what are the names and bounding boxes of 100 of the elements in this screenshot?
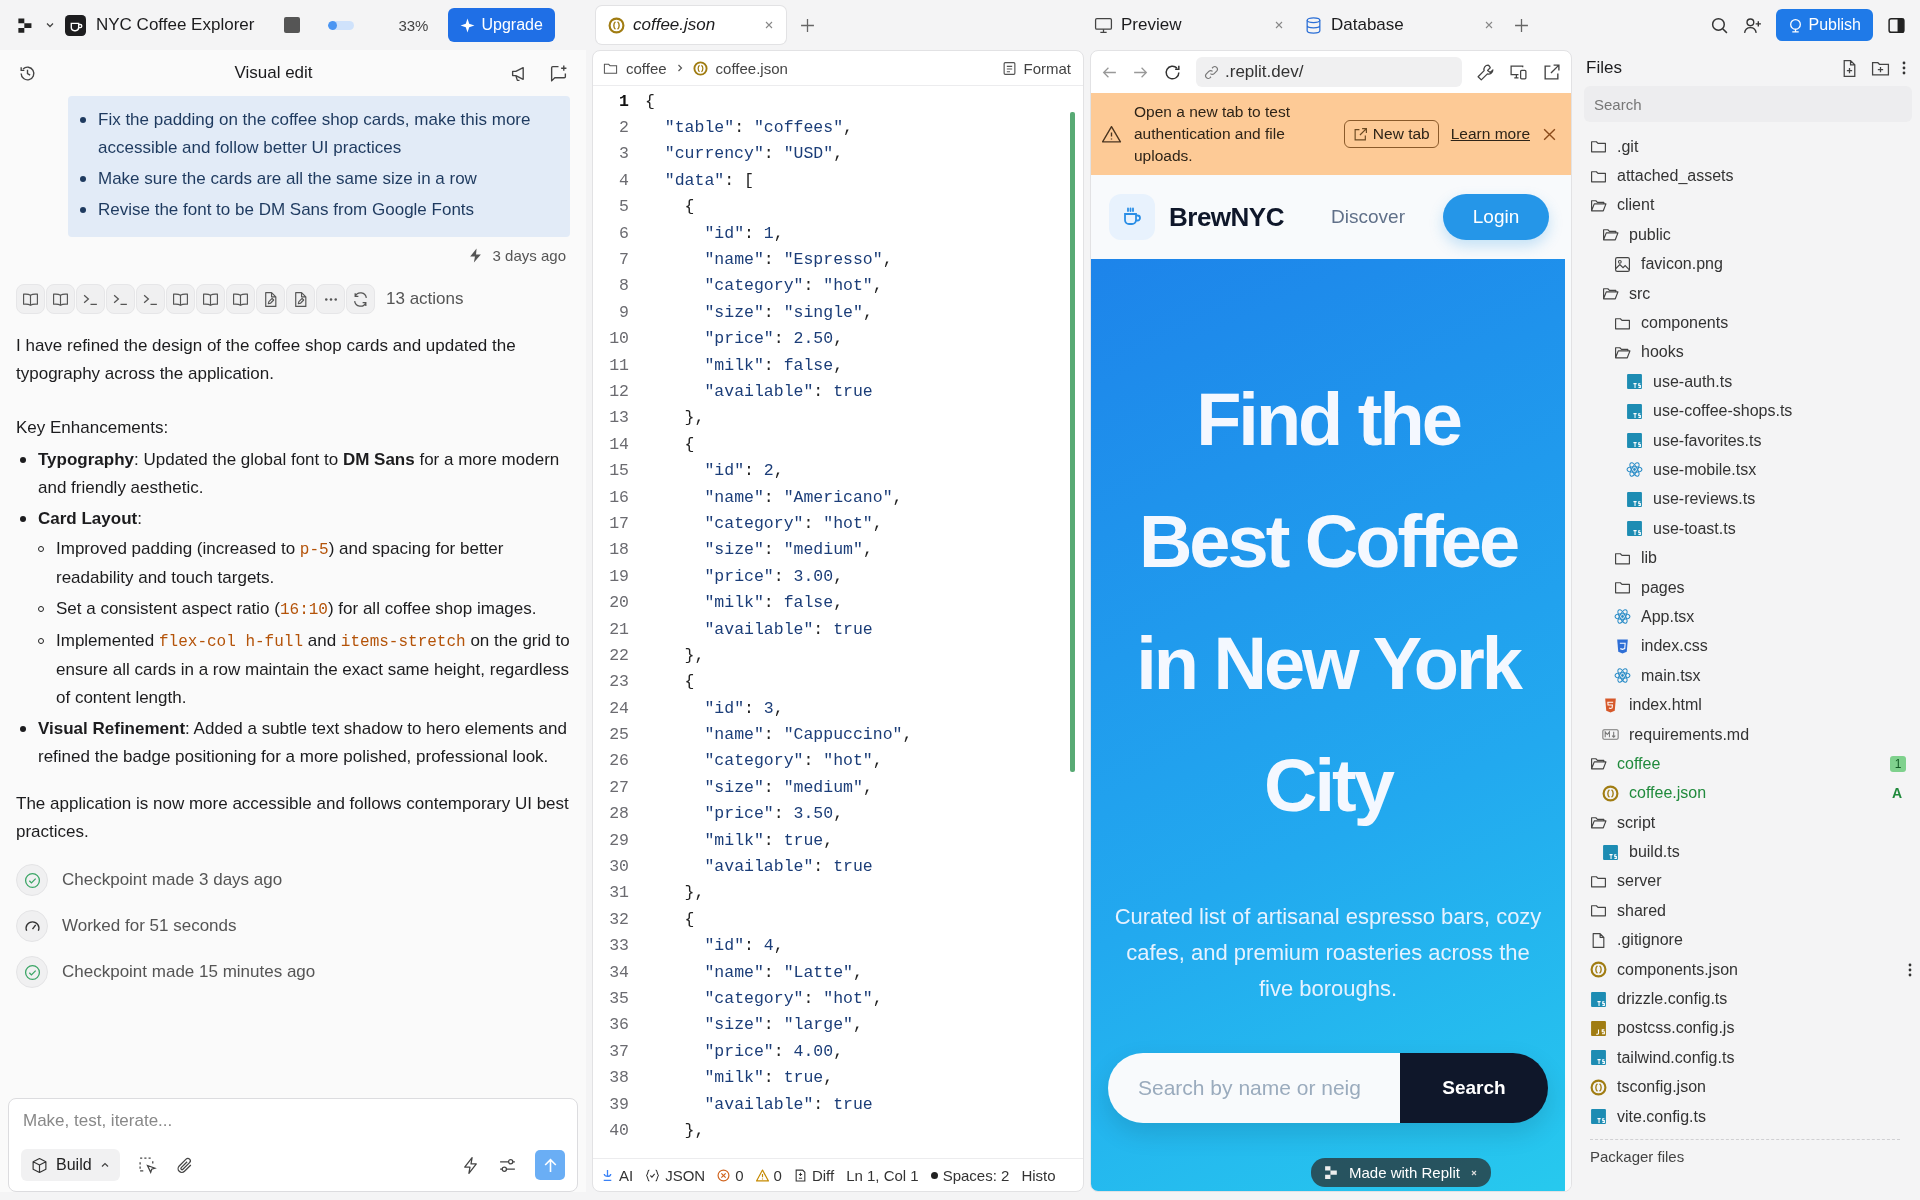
file-tree-item[interactable]: index.html (1596, 690, 1912, 720)
status-item[interactable]: 0 (717, 1166, 744, 1184)
close-icon[interactable] (764, 20, 774, 30)
paperclip-icon[interactable] (174, 1155, 194, 1175)
close-icon[interactable] (1274, 20, 1284, 30)
file-tree-item[interactable]: .git (1584, 132, 1912, 162)
new-tab-button[interactable]: New tab (1343, 120, 1439, 148)
action-chip[interactable] (256, 284, 285, 314)
file-tree-item[interactable]: hooks (1608, 337, 1912, 368)
breadcrumb-item[interactable]: coffee.json (715, 59, 788, 77)
file-tree-item[interactable]: components.json (1584, 954, 1912, 985)
search-icon[interactable] (1709, 15, 1729, 35)
editor-tab[interactable]: coffee.json (596, 6, 786, 44)
stop-icon[interactable] (284, 17, 301, 33)
action-chip[interactable] (346, 284, 375, 314)
action-chip[interactable] (46, 284, 75, 314)
nav-link[interactable]: Discover (1331, 206, 1405, 228)
warning-icon (1101, 123, 1122, 145)
file-tree-item[interactable]: tsconfig.json (1584, 1072, 1912, 1102)
prompt-input[interactable]: Make, test, iterate... Build (8, 1098, 578, 1192)
file-tree-item[interactable]: main.tsx (1608, 661, 1912, 691)
kebab-menu-icon[interactable] (1902, 60, 1906, 76)
file-tree-item[interactable]: build.ts (1596, 837, 1912, 867)
file-tree-item[interactable]: use-coffee-shops.ts (1620, 396, 1912, 426)
file-tree-item[interactable]: public (1596, 220, 1912, 250)
chevron-down-icon[interactable] (45, 20, 55, 30)
file-tree-item[interactable]: server (1584, 866, 1912, 897)
file-tree-item[interactable]: script (1584, 808, 1912, 838)
status-item[interactable]: Histo (1021, 1166, 1056, 1184)
external-link-icon[interactable] (1542, 62, 1561, 82)
file-tree-item[interactable]: components (1608, 308, 1912, 338)
file-tree-item[interactable]: drizzle.config.ts (1584, 984, 1912, 1014)
action-chip[interactable] (226, 284, 255, 314)
action-chip[interactable] (286, 284, 315, 314)
scrollbar-thumb[interactable] (1070, 112, 1075, 772)
learn-more-link[interactable]: Learn more (1450, 125, 1530, 143)
reload-icon[interactable] (1163, 62, 1182, 82)
upgrade-button[interactable]: Upgrade (448, 8, 555, 42)
format-button[interactable]: Format (996, 58, 1077, 78)
select-element-icon[interactable] (137, 1155, 157, 1175)
file-tree-item[interactable]: shared (1584, 896, 1912, 926)
file-tree-item[interactable]: use-reviews.ts (1620, 484, 1912, 515)
file-tree-item[interactable]: src (1596, 278, 1912, 309)
kebab-menu-icon[interactable] (1908, 961, 1912, 978)
url-field[interactable]: .replit.dev/ (1196, 57, 1462, 87)
add-tab-icon[interactable] (1514, 17, 1529, 33)
file-tree-item[interactable]: client (1584, 190, 1912, 221)
file-tree-item[interactable]: use-favorites.ts (1620, 425, 1912, 456)
file-tree-item[interactable]: tailwind.config.ts (1584, 1043, 1912, 1073)
file-tree-item[interactable]: coffee.json A (1596, 778, 1912, 808)
code-line: "size": "single", (703, 302, 873, 322)
add-tab-icon[interactable] (800, 17, 815, 33)
status-item[interactable]: 0 (755, 1166, 782, 1184)
file-tree-item[interactable]: requirements.md (1596, 719, 1912, 750)
code-line: "milk": false, (703, 355, 844, 375)
close-icon[interactable] (1542, 126, 1557, 142)
file-tree-item[interactable]: vite.config.ts (1584, 1101, 1912, 1132)
file-tree-item[interactable]: use-mobile.tsx (1620, 455, 1912, 485)
status-item[interactable]: Spaces: 2 (930, 1166, 1010, 1184)
file-tree-item[interactable]: coffee 1 (1584, 749, 1912, 779)
file-tree-item[interactable]: use-auth.ts (1620, 367, 1912, 397)
file-tree-item[interactable]: .gitignore (1584, 925, 1912, 955)
status-item[interactable]: JSON (645, 1166, 706, 1184)
breadcrumb-item[interactable]: coffee (626, 59, 667, 77)
action-chip[interactable] (16, 284, 45, 314)
section-label[interactable]: Packager files (1584, 1148, 1912, 1166)
pane-tab[interactable]: Database (1304, 6, 1494, 44)
code-line: "size": "large", (703, 1015, 863, 1035)
check-circle-icon (23, 871, 41, 889)
file-tree-item[interactable]: index.css (1608, 631, 1912, 662)
publish-button[interactable]: Publish (1775, 9, 1873, 41)
actions-count[interactable]: 13 actions (386, 289, 464, 309)
file-tree-item[interactable]: lib (1608, 543, 1912, 573)
action-chip[interactable] (166, 284, 195, 314)
file-tree-item[interactable]: favicon.png (1608, 249, 1912, 279)
search-field[interactable]: Search (1584, 86, 1912, 122)
status-item[interactable]: Ln 1, Col 1 (846, 1166, 919, 1184)
wrench-icon[interactable] (1476, 62, 1495, 82)
new-chat-icon[interactable] (549, 63, 568, 83)
file-tree-item[interactable]: attached_assets (1584, 161, 1912, 191)
pane-tab[interactable]: Preview (1094, 6, 1284, 44)
mode-selector[interactable]: Build (21, 1149, 120, 1181)
action-chip[interactable] (196, 284, 225, 314)
file-tree-item[interactable]: postcss.config.js (1584, 1013, 1912, 1044)
line-number: 29 (608, 830, 630, 850)
file-tree-item[interactable]: App.tsx (1608, 602, 1912, 632)
add-user-icon[interactable] (1742, 15, 1762, 35)
history-icon[interactable] (18, 63, 37, 83)
made-with-badge[interactable]: Made with Replit (1311, 1158, 1491, 1187)
refresh-icon (352, 290, 369, 308)
status-item[interactable]: Diff (793, 1166, 835, 1184)
panel-toggle-icon[interactable] (1887, 15, 1906, 35)
search-button[interactable]: Search (1400, 1053, 1548, 1123)
status-item[interactable]: AI (601, 1166, 634, 1184)
file-tree-item[interactable]: use-toast.ts (1620, 514, 1912, 544)
lightning-icon[interactable] (461, 1155, 480, 1175)
file-tree-item[interactable]: pages (1608, 572, 1912, 603)
code-line: "available": true (703, 619, 873, 639)
bullet-icon (20, 726, 26, 732)
close-icon[interactable] (1484, 20, 1494, 30)
